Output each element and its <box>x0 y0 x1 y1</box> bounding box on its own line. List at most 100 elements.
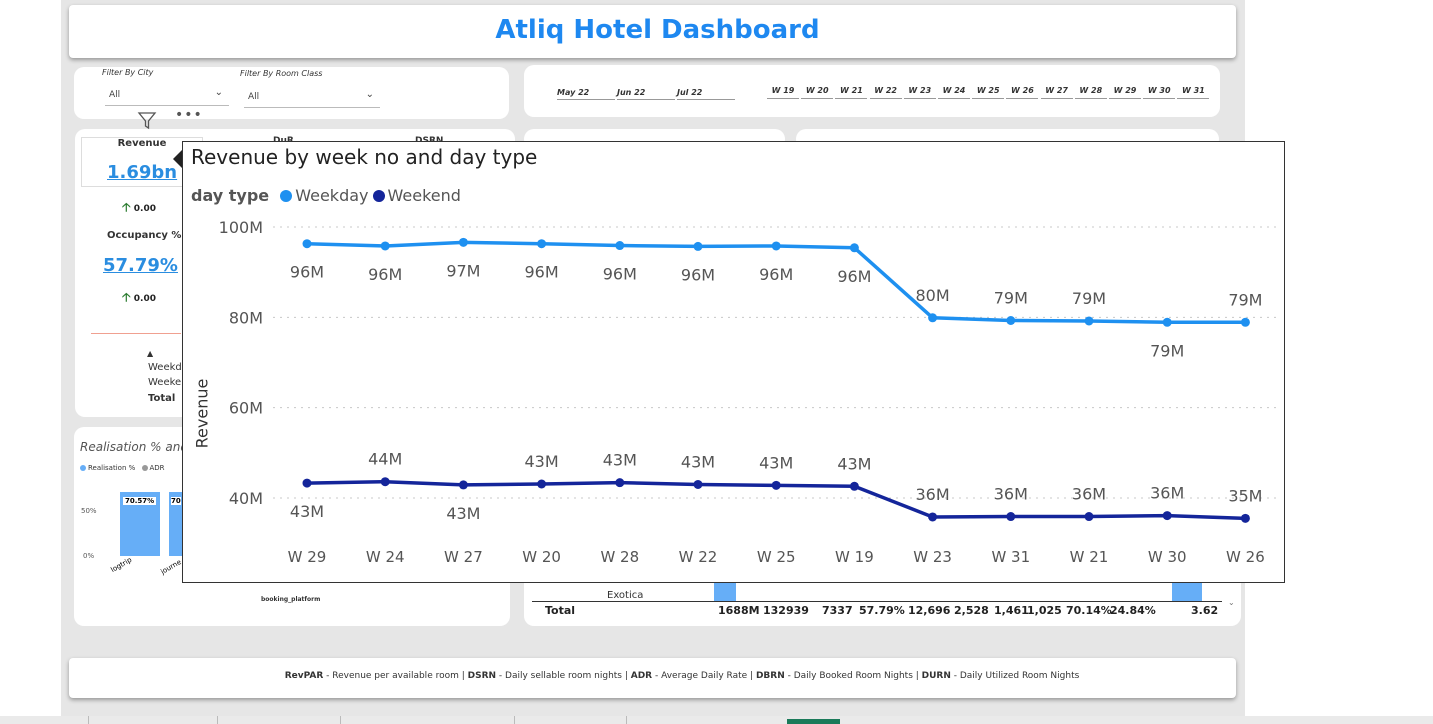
month-slicer-item[interactable]: Jun 22 <box>617 88 675 100</box>
data-label: 97M <box>446 261 480 280</box>
city-dropdown[interactable]: All ⌄ <box>105 85 229 106</box>
data-point-weekday[interactable] <box>1006 315 1016 325</box>
daytype-row-weekend: Weeke <box>148 377 182 388</box>
realisation-title: Realisation % and <box>80 440 188 454</box>
data-point-weekend[interactable] <box>849 481 859 491</box>
up-arrow-icon: 🡡 <box>122 290 131 304</box>
data-label: 79M <box>1150 341 1184 360</box>
data-point-weekend[interactable] <box>771 480 781 490</box>
data-label: 43M <box>290 502 324 521</box>
total-row-cell: 2,528 <box>954 604 989 617</box>
week-slicer-item[interactable]: W 21 <box>835 86 868 99</box>
data-point-weekday[interactable] <box>1162 317 1172 327</box>
tab-separator <box>217 716 218 724</box>
filter-icon[interactable] <box>137 110 157 130</box>
revenue-kpi-value: 1.69bn <box>107 162 178 183</box>
data-point-weekend[interactable] <box>1240 513 1250 523</box>
y-tick-label: 40M <box>229 489 263 508</box>
realisation-legend: Realisation % ADR <box>80 464 165 472</box>
y-tick-label: 60M <box>229 399 263 418</box>
week-slicer-item[interactable]: W 31 <box>1177 86 1210 99</box>
week-slicer-item[interactable]: W 26 <box>1006 86 1039 99</box>
y-tick-label: 80M <box>229 308 263 327</box>
data-point-weekday[interactable] <box>615 241 625 251</box>
realisation-bar-label-2: 70 <box>171 497 181 505</box>
data-point-weekday[interactable] <box>1084 316 1094 326</box>
x-tick-label: W 29 <box>288 548 327 566</box>
daytype-row-weekday: Weekd <box>148 362 182 373</box>
week-slicer-item[interactable]: W 27 <box>1040 86 1073 99</box>
x-tick-label: W 25 <box>757 548 796 566</box>
realisation-cat-1: logtrip <box>109 555 134 575</box>
footer-desc: - Daily sellable room nights | <box>496 671 631 681</box>
line-chart: 100M 80M 60M 40M W 29 W 24 W 27 W 20 W 28 W 22 W 2… <box>219 218 1278 566</box>
footer-card: RevPAR - Revenue per available room | DS… <box>69 658 1236 698</box>
month-slicer-item[interactable]: May 22 <box>557 88 615 100</box>
total-row-cell: 7337 <box>822 604 853 617</box>
week-slicer-item[interactable]: W 25 <box>972 86 1005 99</box>
occupancy-kpi-value[interactable]: 57.79% <box>103 255 178 276</box>
data-point-weekday[interactable] <box>1240 317 1250 327</box>
tab-separator <box>626 716 627 724</box>
room-class-dropdown[interactable]: All ⌄ <box>244 87 380 108</box>
sort-arrow-icon[interactable]: ▲ <box>147 349 153 358</box>
data-point-weekday[interactable] <box>302 239 312 249</box>
week-slicer-item[interactable]: W 30 <box>1143 86 1176 99</box>
data-point-weekday[interactable] <box>771 241 781 251</box>
week-slicer-item[interactable]: W 28 <box>1074 86 1107 99</box>
data-point-weekend[interactable] <box>1162 511 1172 521</box>
realisation-xtitle: booking_platform <box>261 596 321 603</box>
data-point-weekend[interactable] <box>302 478 312 488</box>
week-slicer-item[interactable]: W 19 <box>767 86 799 99</box>
data-point-weekend[interactable] <box>1084 512 1094 522</box>
data-point-weekend[interactable] <box>380 477 390 487</box>
data-point-weekend[interactable] <box>615 478 625 488</box>
data-point-weekend[interactable] <box>693 479 703 489</box>
footer-abbr: ADR <box>630 671 653 681</box>
data-point-weekday[interactable] <box>928 313 938 323</box>
data-point-weekday[interactable] <box>380 241 390 251</box>
x-tick-label: W 23 <box>913 548 952 566</box>
daytype-total: Total <box>148 393 176 404</box>
data-label: 96M <box>759 265 793 284</box>
scroll-down-icon[interactable]: ⌄ <box>1228 598 1235 607</box>
data-label: 96M <box>837 267 871 286</box>
footer-desc: - Average Daily Rate | <box>652 671 756 681</box>
data-label: 35M <box>1228 486 1262 505</box>
x-tick-label: W 27 <box>444 548 483 566</box>
footer-desc: - Daily Utilized Room Nights <box>950 671 1080 681</box>
week-slicer-item[interactable]: W 24 <box>938 86 970 99</box>
more-options-icon[interactable]: ••• <box>175 107 203 123</box>
data-point-weekday[interactable] <box>693 241 703 251</box>
data-point-weekend[interactable] <box>458 480 468 490</box>
realisation-ytick-0: 0% <box>83 552 95 560</box>
month-slicer-item[interactable]: Jul 22 <box>677 88 735 100</box>
week-slicer-item[interactable]: W 23 <box>903 86 936 99</box>
chevron-down-icon: ⌄ <box>365 89 374 100</box>
data-point-weekday[interactable] <box>458 237 468 247</box>
week-slicer-item[interactable]: W 20 <box>801 86 834 99</box>
total-row-cell: 3.62 <box>1191 604 1219 617</box>
data-label: 44M <box>368 450 402 469</box>
data-point-weekend[interactable] <box>1006 512 1016 522</box>
x-tick-label: W 31 <box>991 548 1030 566</box>
week-slicer-item[interactable]: W 22 <box>869 86 902 99</box>
partial-row-extra: Exotica <box>607 590 644 601</box>
footer-desc: - Daily Booked Room Nights | <box>784 671 922 681</box>
x-tick-label: W 24 <box>366 548 405 566</box>
date-slicer-card: May 22 Jun 22 Jul 22 W 19 W 20 W 21 W 22 W 23 W… <box>524 65 1220 117</box>
data-point-weekend[interactable] <box>537 479 547 489</box>
data-point-weekend[interactable] <box>928 512 938 522</box>
legend-dot-adr <box>141 465 148 471</box>
total-row-cell: 1688M <box>718 604 760 617</box>
total-row-cell: 70.14% <box>1066 604 1112 617</box>
active-tab-indicator[interactable] <box>787 719 840 724</box>
week-slicer-item[interactable]: W 29 <box>1109 86 1141 99</box>
data-label: 43M <box>446 504 480 523</box>
data-point-weekday[interactable] <box>849 243 859 253</box>
data-point-weekday[interactable] <box>537 239 547 249</box>
data-label: 96M <box>368 265 402 284</box>
realisation-bar-label-1: 70.57% <box>123 497 157 505</box>
data-label: 36M <box>1072 485 1106 504</box>
title-box: Atliq Hotel Dashboard <box>443 5 872 56</box>
